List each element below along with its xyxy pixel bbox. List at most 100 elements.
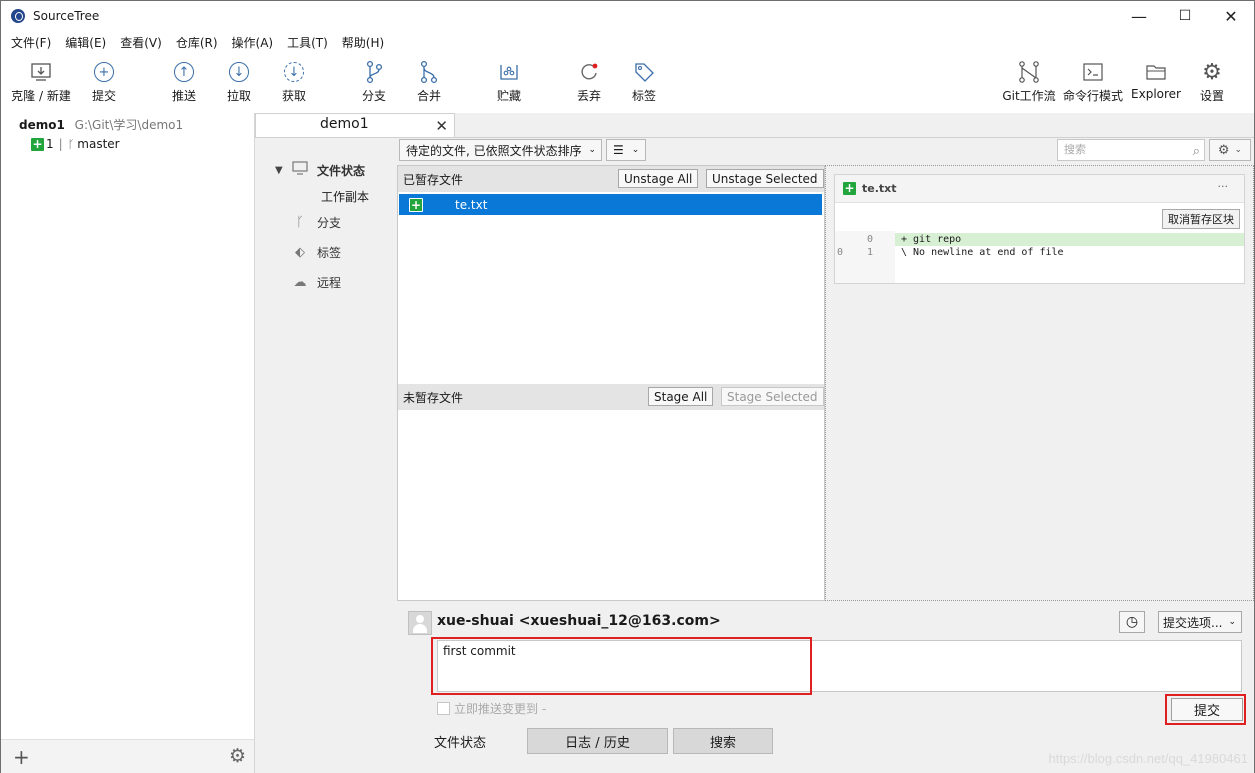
cloud-icon: ☁ [293,274,307,290]
stash-button[interactable]: 贮藏 [477,57,541,104]
branch-icon: ᚴ [67,137,75,151]
commit-panel: xue-shuai <xueshuai_12@163.com> ◷ 提交选项..… [397,601,1254,773]
stage-selected-button[interactable]: Stage Selected [721,387,824,406]
bottom-tabs: 文件状态 日志 / 历史 搜索 [399,728,779,754]
chevron-down-icon: ⌄ [1234,145,1243,155]
window-title: SourceTree [33,9,100,23]
more-options-button[interactable]: ··· [1218,180,1229,193]
list-icon: ☰ [613,143,624,157]
watermark: https://blog.csdn.net/qq_41980461 [1048,751,1249,766]
commit-toolbar-button[interactable]: + 提交 [72,57,136,104]
diff-file-header: + te.txt ··· [835,175,1244,203]
sort-select[interactable]: 待定的文件, 已依照文件状态排序 ⌄ [399,139,602,161]
clock-icon: ◷ [1125,614,1139,630]
tab-strip-divider [255,137,1254,138]
view-mode-select[interactable]: ☰ ⌄ [606,139,646,161]
gear-icon: ⚙ [1202,59,1222,85]
commit-history-button[interactable]: ◷ [1119,611,1145,633]
tag-button[interactable]: 标签 [612,57,676,104]
commit-author: xue-shuai <xueshuai_12@163.com> [437,613,721,629]
menu-repository[interactable]: 仓库(R) [176,34,218,51]
staged-file-row[interactable]: + te.txt [399,194,822,215]
tag-icon: ⬖ [295,244,305,260]
unstage-all-button[interactable]: Unstage All [618,169,699,188]
window-controls: — ☐ ✕ [1116,1,1254,31]
branch-icon: ᚴ [296,214,304,230]
options-gear-button[interactable]: ⚙ ⌄ [1209,139,1251,161]
commit-icon: + [94,62,114,82]
menu-help[interactable]: 帮助(H) [342,34,384,51]
highlight-box-submit [1165,694,1246,725]
fetch-button[interactable]: ↓ 获取 [262,57,326,104]
merge-button[interactable]: 合并 [397,57,461,104]
minimize-button[interactable]: — [1116,1,1162,31]
highlight-box-message [431,637,812,695]
search-icon: ⌕ [1192,144,1200,159]
nav-file-status[interactable]: ▼ 文件状态 [275,155,395,185]
stage-all-button[interactable]: Stage All [648,387,714,406]
close-window-button[interactable]: ✕ [1208,1,1254,31]
gitflow-button[interactable]: Git工作流 [997,57,1061,104]
stash-icon [498,57,520,87]
nav-branches[interactable]: ᚴ 分支 [275,207,395,237]
menu-bar: 文件(F) 编辑(E) 查看(V) 仓库(R) 操作(A) 工具(T) 帮助(H… [1,31,398,53]
commit-options-select[interactable]: 提交选项... ⌄ [1158,611,1242,633]
checkbox [437,702,450,715]
monitor-icon [291,161,309,179]
push-immediately-checkbox[interactable]: 立即推送变更到 - [437,700,546,717]
merge-icon [418,57,440,87]
unstage-selected-button[interactable]: Unstage Selected [706,169,824,188]
repo-name: demo1 [19,118,65,132]
nav-tags[interactable]: ⬖ 标签 [275,237,395,267]
menu-actions[interactable]: 操作(A) [232,34,274,51]
menu-file[interactable]: 文件(F) [11,34,51,51]
toolbar: 克隆 / 新建 + 提交 ↑ 推送 ↓ 拉取 ↓ 获取 分支 合并 贮藏 丢弃 … [1,53,1254,111]
separator: | [58,137,63,151]
maximize-button[interactable]: ☐ [1162,1,1208,31]
chevron-down-icon: ▼ [275,164,283,176]
folder-icon [1145,57,1167,87]
add-repo-button[interactable]: + [13,745,30,769]
added-file-icon: + [843,181,856,195]
chevron-down-icon: ⌄ [588,145,596,155]
menu-edit[interactable]: 编辑(E) [65,34,106,51]
filter-bar: 待定的文件, 已依照文件状态排序 ⌄ ☰ ⌄ 搜索 ⌕ ⚙ ⌄ [399,139,1251,165]
unstaged-header: 未暂存文件 Stage All Stage Selected [398,384,824,410]
tag-icon [633,57,655,87]
sidebar-gear-icon[interactable]: ⚙ [229,745,246,767]
repo-branch-status: + 1 | ᚴ master [31,137,120,151]
diff-line: 0 1 \ No newline at end of file [837,247,1064,258]
tab-search[interactable]: 搜索 [673,728,773,754]
nav-remotes[interactable]: ☁ 远程 [275,267,395,297]
clone-button[interactable]: 克隆 / 新建 [9,57,73,104]
added-file-icon: + [409,197,423,212]
sidebar-footer: + ⚙ [1,739,254,773]
terminal-button[interactable]: 命令行模式 [1061,57,1125,104]
pull-icon: ↓ [229,62,249,82]
branch-icon [363,57,385,87]
settings-button[interactable]: ⚙ 设置 [1180,57,1244,104]
title-bar: SourceTree — ☐ ✕ [1,1,1254,31]
diff-hunk: + te.txt ··· 取消暂存区块 0 + git repo 0 1 \ N… [834,174,1245,284]
menu-tools[interactable]: 工具(T) [287,34,328,51]
tab-demo1[interactable]: demo1 ✕ [255,113,455,138]
staged-header: 已暂存文件 Unstage All Unstage Selected [398,166,824,192]
avatar [408,611,432,635]
chevron-down-icon: ⌄ [631,145,640,155]
nav-working-copy[interactable]: 工作副本 [275,185,395,207]
sourcetree-window: SourceTree — ☐ ✕ 文件(F) 编辑(E) 查看(V) 仓库(R)… [0,0,1255,773]
tab-file-status[interactable]: 文件状态 [399,728,521,754]
search-input[interactable]: 搜索 ⌕ [1057,139,1205,161]
gear-icon: ⚙ [1217,142,1230,158]
sourcetree-logo-icon [11,9,25,23]
clone-icon [30,57,52,87]
repo-main: demo1 ✕ ▼ 文件状态 工作副本 ᚴ 分支 ⬖ 标签 ☁ 远程 待定的文件… [255,113,1254,773]
file-lists: 已暂存文件 Unstage All Unstage Selected + te.… [397,165,825,601]
explorer-button[interactable]: Explorer [1124,57,1188,101]
close-tab-icon[interactable]: ✕ [435,117,448,135]
repo-entry[interactable]: demo1 G:\Git\学习\demo1 [19,116,183,133]
tab-log-history[interactable]: 日志 / 历史 [527,728,668,754]
unstage-hunk-button[interactable]: 取消暂存区块 [1162,209,1240,229]
menu-view[interactable]: 查看(V) [120,34,162,51]
diff-line: 0 + git repo [835,233,1244,246]
